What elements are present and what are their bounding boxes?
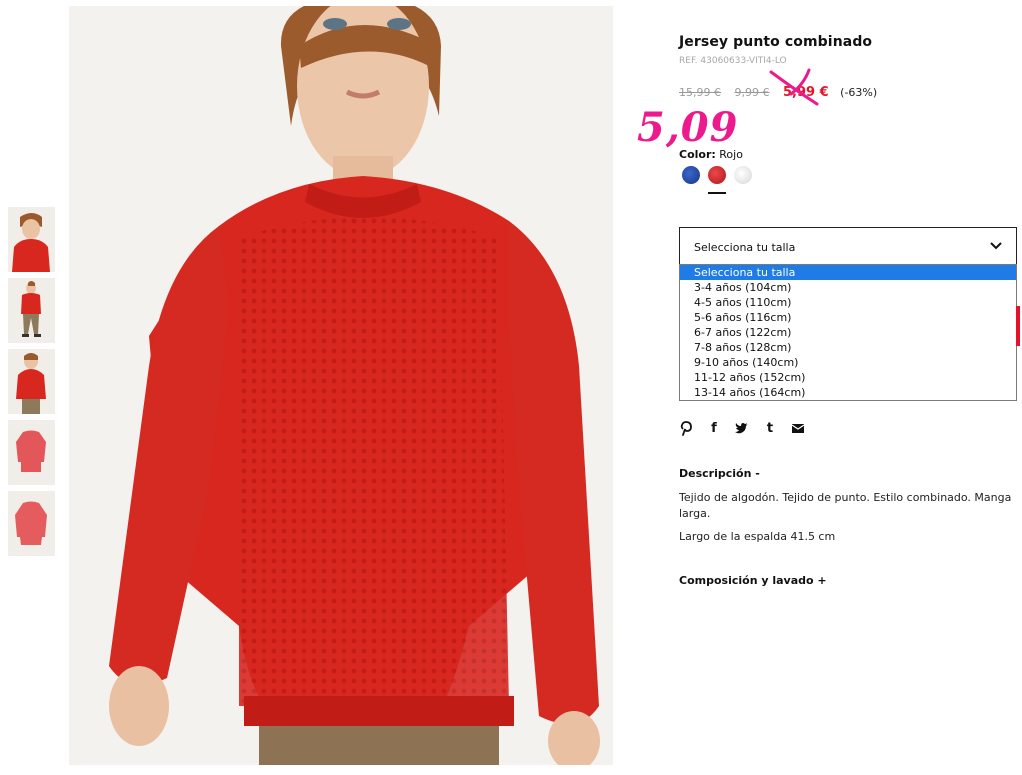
thumbnail-1-image (8, 207, 55, 272)
thumbnail-5-image (8, 491, 55, 556)
swatch-red[interactable] (708, 166, 726, 184)
size-option[interactable]: Selecciona tu talla (680, 265, 1016, 280)
facebook-icon[interactable]: f (707, 420, 721, 436)
color-swatches (682, 166, 752, 184)
handwritten-price-annotation: 5,09 (637, 104, 739, 151)
size-option[interactable]: 11-12 años (152cm) (680, 370, 1016, 385)
main-product-image (69, 6, 613, 765)
size-option[interactable]: 4-5 años (110cm) (680, 295, 1016, 310)
add-to-cart-button-edge[interactable] (1016, 306, 1020, 346)
tumblr-icon[interactable]: t (763, 420, 777, 436)
swatch-white[interactable] (734, 166, 752, 184)
chevron-down-icon (990, 242, 1002, 250)
description-text: Tejido de algodón. Tejido de punto. Esti… (679, 491, 1012, 520)
twitter-icon[interactable] (735, 420, 749, 436)
color-label: Color: (679, 148, 716, 161)
size-option[interactable]: 7-8 años (128cm) (680, 340, 1016, 355)
pinterest-icon[interactable] (679, 420, 693, 436)
composition-toggle[interactable]: Composición y lavado + (679, 574, 827, 587)
selected-swatch-indicator (708, 192, 726, 194)
thumbnail-1[interactable] (8, 207, 55, 272)
thumbnail-2-image (8, 278, 55, 343)
thumbnail-4[interactable] (8, 420, 55, 485)
twitter-glyph (735, 423, 748, 434)
price-previous: 9,99 € (734, 86, 770, 99)
email-icon[interactable] (791, 420, 805, 436)
size-option[interactable]: 9-10 años (140cm) (680, 355, 1016, 370)
price-original: 15,99 € (679, 86, 721, 99)
pinterest-glyph (680, 420, 692, 436)
color-value: Rojo (719, 148, 743, 161)
description-toggle[interactable]: Descripción - (679, 467, 760, 480)
thumbnail-3-image (8, 349, 55, 414)
discount-label: (-63%) (840, 86, 878, 99)
thumbnail-2[interactable] (8, 278, 55, 343)
email-glyph (792, 423, 804, 433)
size-option[interactable]: 6-7 años (122cm) (680, 325, 1016, 340)
thumbnail-4-image (8, 420, 55, 485)
size-option[interactable]: 5-6 años (116cm) (680, 310, 1016, 325)
handwritten-strike-annotation (769, 68, 819, 106)
share-icons: f t (679, 420, 805, 436)
swatch-blue[interactable] (682, 166, 700, 184)
thumbnail-3[interactable] (8, 349, 55, 414)
thumbnail-5[interactable] (8, 491, 55, 556)
size-select-value: Selecciona tu talla (694, 241, 796, 254)
size-option[interactable]: 13-14 años (164cm) (680, 385, 1016, 400)
model-in-red-sweater-illustration (69, 6, 613, 765)
thumbnail-strip (8, 207, 55, 562)
back-length-text: Largo de la espalda 41.5 cm (679, 530, 836, 543)
color-row: Color: Rojo (679, 148, 743, 161)
size-option[interactable]: 3-4 años (104cm) (680, 280, 1016, 295)
product-title: Jersey punto combinado (679, 34, 873, 50)
size-select[interactable]: Selecciona tu talla (679, 227, 1017, 265)
size-dropdown-list: Selecciona tu talla 3-4 años (104cm) 4-5… (679, 264, 1017, 401)
